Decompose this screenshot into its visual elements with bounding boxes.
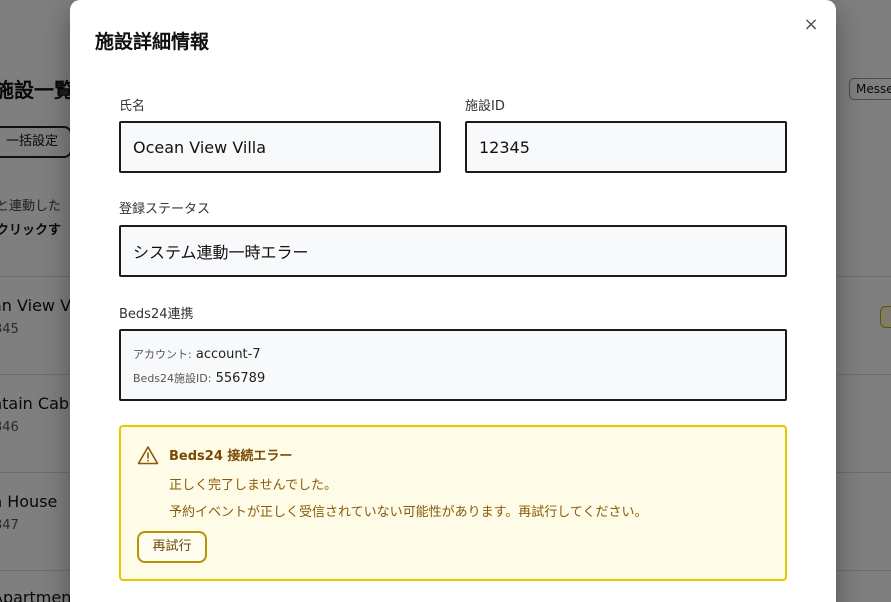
beds24-section-label: Beds24連携: [119, 307, 194, 322]
facility-id-field[interactable]: 12345: [465, 121, 787, 173]
beds24-account-row: アカウント: account-7: [133, 345, 773, 369]
facility-id-label: 施設ID: [465, 99, 505, 114]
beds24-property-row: Beds24施設ID: 556789: [133, 369, 773, 393]
modal-title: 施設詳細情報: [95, 31, 210, 53]
retry-button[interactable]: 再試行: [137, 531, 207, 563]
beds24-info-box: アカウント: account-7 Beds24施設ID: 556789: [119, 329, 787, 401]
alert-message: 正しく完了しませんでした。: [169, 478, 337, 493]
property-value: 556789: [215, 371, 266, 386]
alert-title: Beds24 接続エラー: [169, 449, 293, 464]
property-key: Beds24施設ID:: [133, 372, 212, 385]
alert-message: 予約イベントが正しく受信されていない可能性があります。再試行してください。: [169, 505, 648, 520]
warning-icon: [137, 446, 159, 465]
status-label: 登録ステータス: [119, 202, 211, 217]
facility-detail-modal: 施設詳細情報 × 氏名 Ocean View Villa 施設ID 12345 …: [70, 0, 836, 602]
error-alert: Beds24 接続エラー 正しく完了しませんでした。 予約イベントが正しく受信さ…: [119, 425, 787, 581]
status-field[interactable]: システム連動一時エラー: [119, 225, 787, 277]
close-icon[interactable]: ×: [800, 14, 822, 36]
account-key: アカウント:: [133, 348, 192, 361]
name-label: 氏名: [119, 99, 146, 114]
name-field[interactable]: Ocean View Villa: [119, 121, 441, 173]
account-value: account-7: [195, 347, 261, 362]
